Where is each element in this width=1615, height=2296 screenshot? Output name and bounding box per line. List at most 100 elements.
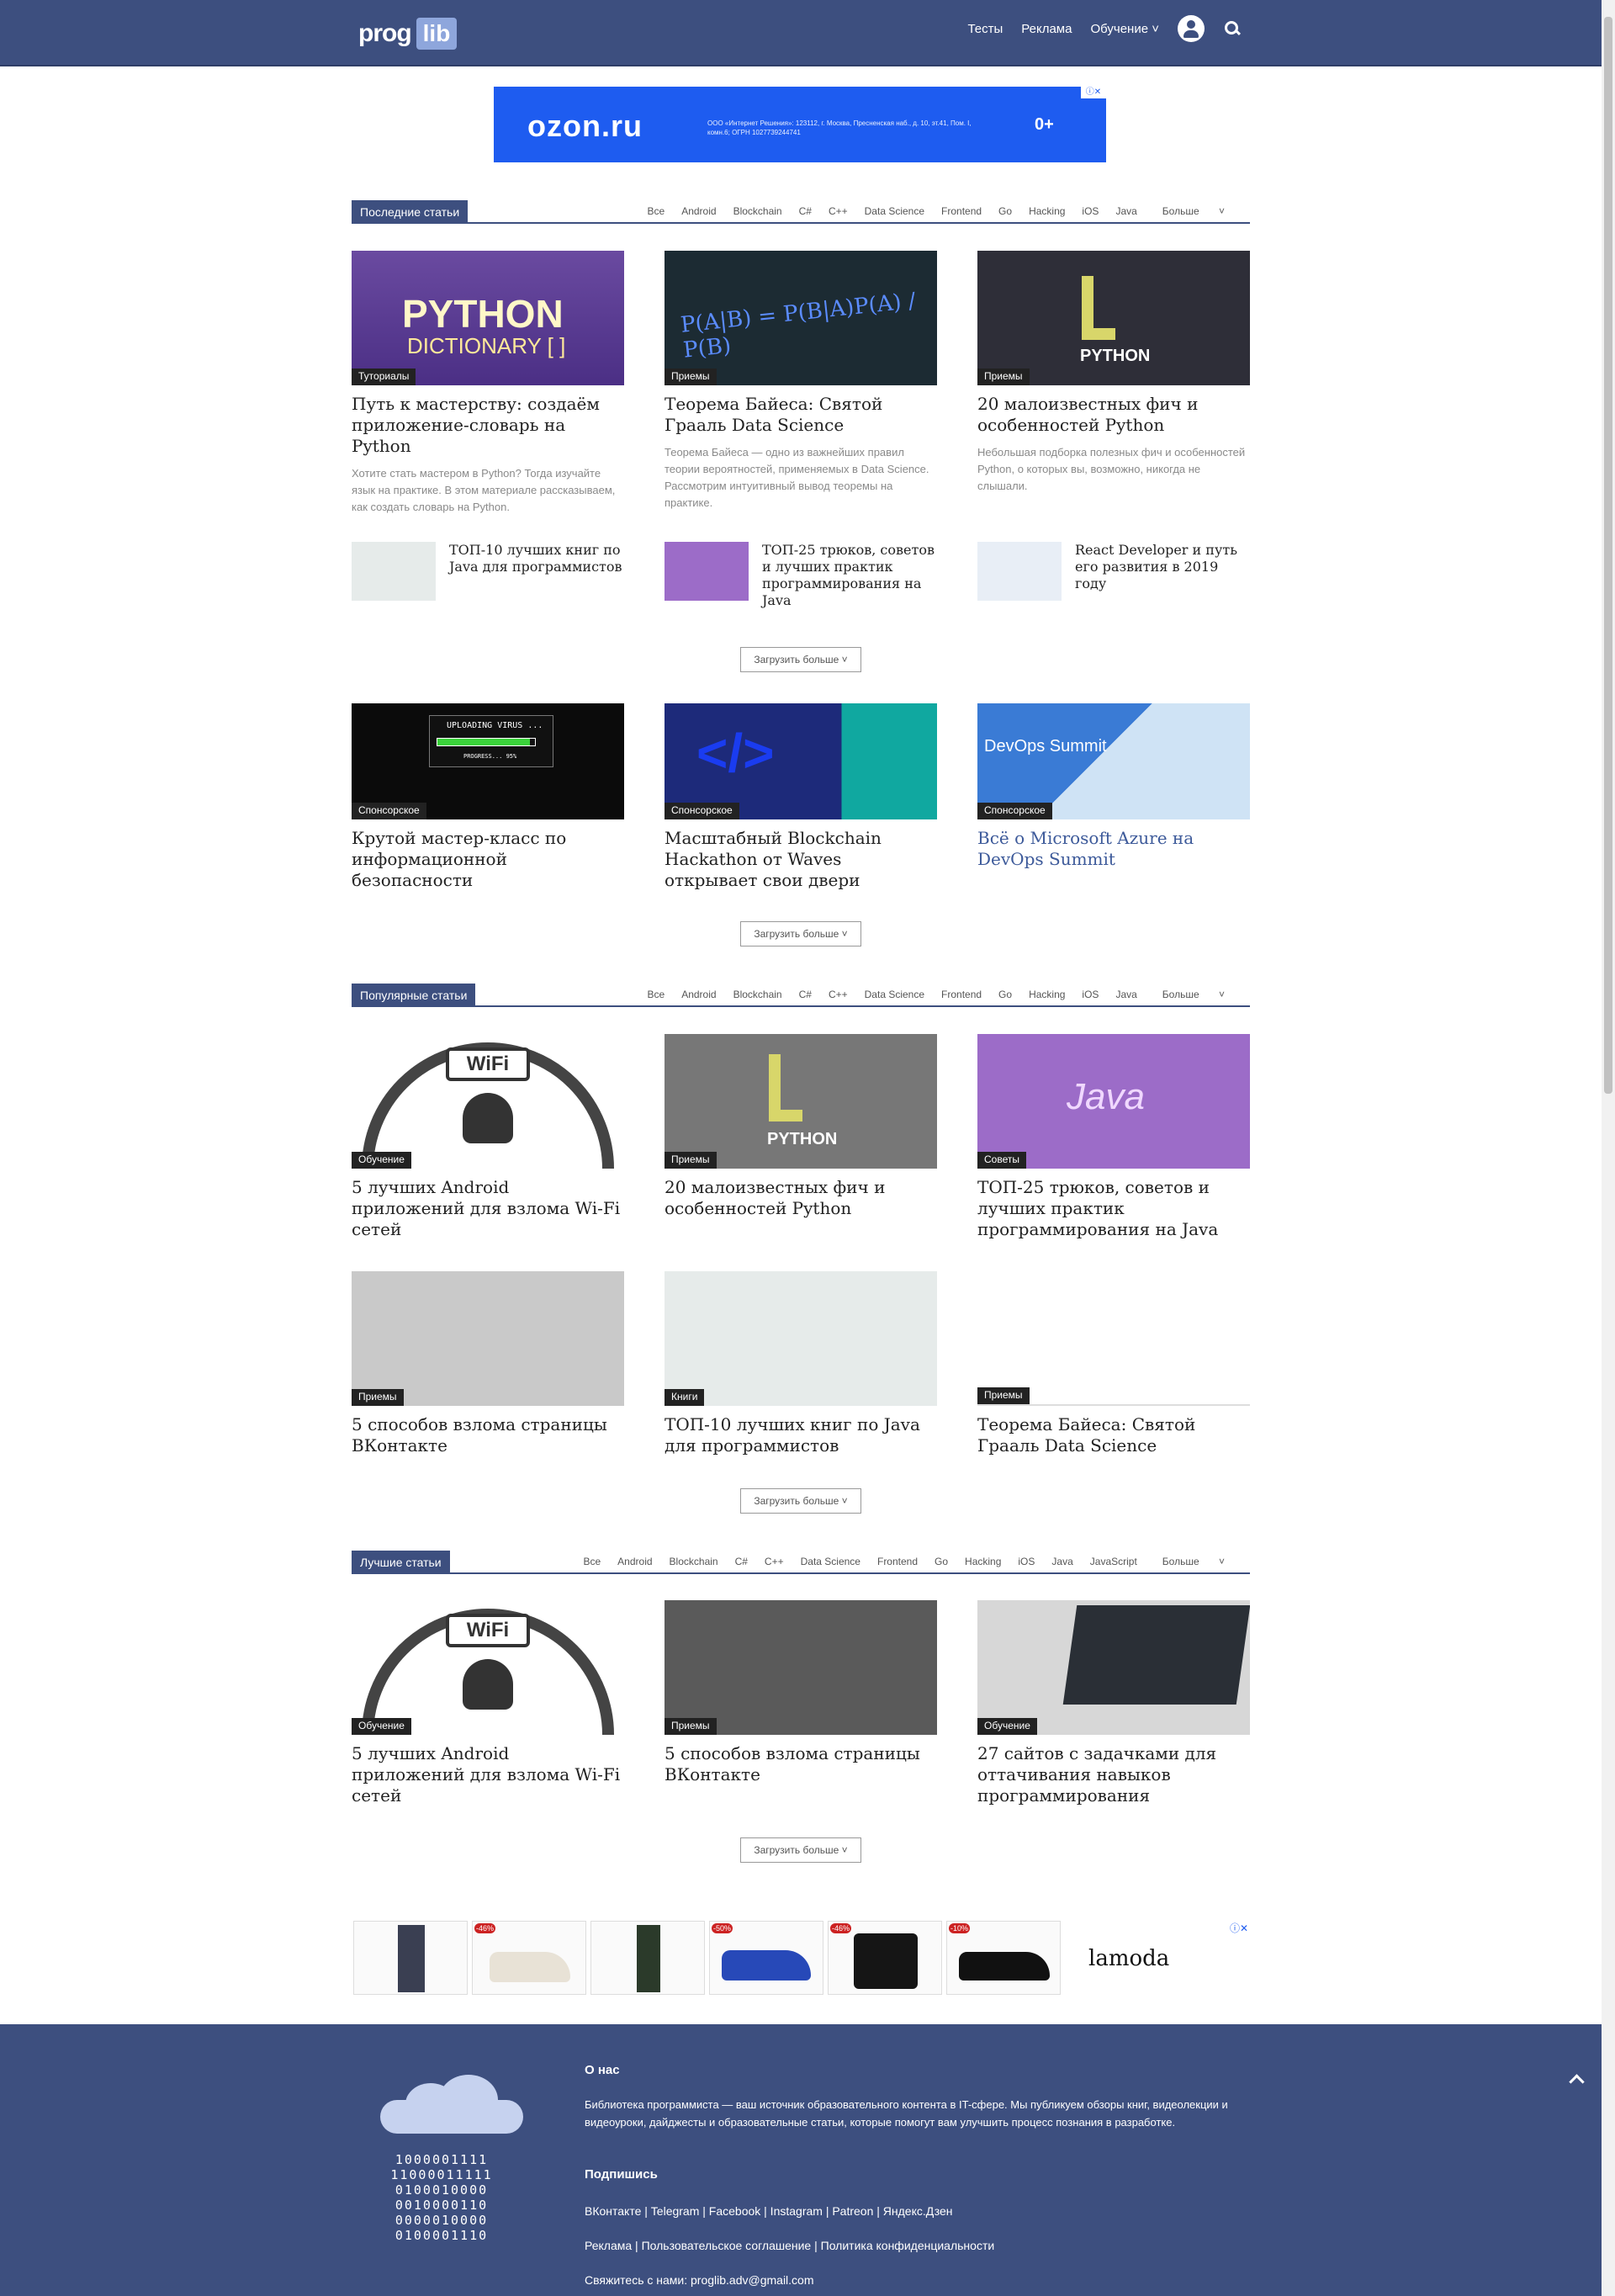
tab-data-science[interactable]: Data Science	[792, 1556, 869, 1567]
article-thumbnail[interactable]	[977, 542, 1062, 601]
article-image[interactable]: WiFi Обучение	[352, 1600, 624, 1735]
tab-java[interactable]: Java	[1107, 989, 1145, 1000]
category-badge[interactable]: Приемы	[665, 1152, 717, 1169]
category-badge[interactable]: Советы	[977, 1152, 1026, 1169]
tab-ios[interactable]: iOS	[1009, 1556, 1043, 1567]
tab-cpp[interactable]: C++	[820, 205, 856, 217]
tab-javascript[interactable]: JavaScript	[1082, 1556, 1146, 1567]
tab-cpp[interactable]: C++	[820, 989, 856, 1000]
article-card[interactable]: PYTHON Приемы 20 малоизвестных фич и осо…	[977, 251, 1250, 495]
article-card[interactable]: P(A|B) = P(B|A)P(A) / P(B) Приемы Теорем…	[665, 251, 937, 512]
tab-data-science[interactable]: Data Science	[856, 989, 933, 1000]
load-more-button[interactable]: Загрузить больше	[740, 647, 861, 672]
article-image[interactable]: PYTHON Приемы	[977, 251, 1250, 385]
article-card[interactable]: WiFi Обучение 5 лучших Android приложени…	[352, 1600, 624, 1806]
mini-article-title[interactable]: ТОП-25 трюков, советов и лучших практик …	[762, 542, 937, 609]
article-title[interactable]: Крутой мастер-класс по информационной бе…	[352, 828, 624, 891]
tab-go[interactable]: Go	[990, 989, 1020, 1000]
category-badge[interactable]: Приемы	[352, 1389, 404, 1406]
category-badge[interactable]: Спонсорское	[977, 803, 1052, 819]
tab-go[interactable]: Go	[926, 1556, 956, 1567]
article-title[interactable]: Всё о Microsoft Azure на DevOps Summit	[977, 828, 1250, 870]
tab-more[interactable]: Больше ˅	[1146, 989, 1242, 1000]
tab-frontend[interactable]: Frontend	[933, 205, 990, 217]
social-links[interactable]: ВКонтакте | Telegram | Facebook | Instag…	[585, 2204, 953, 2218]
category-badge[interactable]: Приемы	[977, 369, 1030, 385]
tab-csharp[interactable]: C#	[791, 205, 820, 217]
article-card[interactable]: </> Спонсорское Масштабный Blockchain Ha…	[665, 703, 937, 891]
article-title[interactable]: Масштабный Blockchain Hackathon от Waves…	[665, 828, 937, 891]
category-badge[interactable]: Обучение	[352, 1718, 411, 1735]
tab-java[interactable]: Java	[1107, 205, 1145, 217]
tab-csharp[interactable]: C#	[727, 1556, 756, 1567]
tab-go[interactable]: Go	[990, 205, 1020, 217]
ozon-ad-banner[interactable]: ozon.ru ООО «Интернет Решения»: 123112, …	[494, 87, 1106, 162]
load-more-button[interactable]: Загрузить больше	[740, 921, 861, 947]
tab-hacking[interactable]: Hacking	[956, 1556, 1009, 1567]
article-card[interactable]: PYTHON DICTIONARY [ ] Туториалы Путь к м…	[352, 251, 624, 516]
tab-all[interactable]: Все	[575, 1556, 609, 1567]
article-image[interactable]: WiFi Обучение	[352, 1034, 624, 1169]
user-icon[interactable]	[1178, 15, 1205, 42]
article-title[interactable]: 20 малоизвестных фич и особенностей Pyth…	[977, 394, 1250, 436]
category-badge[interactable]: Спонсорское	[352, 803, 426, 819]
nav-tests[interactable]: Тесты	[967, 22, 1003, 36]
category-badge[interactable]: Спонсорское	[665, 803, 739, 819]
article-image[interactable]: DevOps Summit Спонсорское	[977, 703, 1250, 819]
tab-java[interactable]: Java	[1043, 1556, 1081, 1567]
article-title[interactable]: Теорема Байеса: Святой Грааль Data Scien…	[977, 1414, 1250, 1456]
article-card[interactable]: Java Советы ТОП-25 трюков, советов и луч…	[977, 1034, 1250, 1240]
mini-article[interactable]: React Developer и путь его развития в 20…	[977, 542, 1250, 602]
product-tile[interactable]	[590, 1921, 705, 1995]
category-badge[interactable]: Приемы	[977, 1387, 1030, 1404]
article-title[interactable]: 5 лучших Android приложений для взлома W…	[352, 1177, 624, 1240]
tab-android[interactable]: Android	[609, 1556, 660, 1567]
article-image[interactable]: </> Спонсорское	[665, 703, 937, 819]
tab-blockchain[interactable]: Blockchain	[725, 205, 791, 217]
load-more-button[interactable]: Загрузить больше	[740, 1837, 861, 1863]
article-image[interactable]: Приемы	[665, 1600, 937, 1735]
tab-csharp[interactable]: C#	[791, 989, 820, 1000]
article-image[interactable]: Java Советы	[977, 1034, 1250, 1169]
category-badge[interactable]: Обучение	[352, 1152, 411, 1169]
load-more-button[interactable]: Загрузить больше	[740, 1488, 861, 1514]
product-tile[interactable]: -46%	[828, 1921, 942, 1995]
nav-learning[interactable]: Обучение ˅	[1090, 22, 1159, 36]
article-image[interactable]: Приемы	[977, 1271, 1250, 1406]
tab-blockchain[interactable]: Blockchain	[725, 989, 791, 1000]
scrollbar-thumb[interactable]	[1604, 17, 1612, 1094]
article-title[interactable]: 20 малоизвестных фич и особенностей Pyth…	[665, 1177, 937, 1219]
tab-more[interactable]: Больше ˅	[1146, 205, 1242, 217]
tab-ios[interactable]: iOS	[1073, 205, 1107, 217]
category-badge[interactable]: Туториалы	[352, 369, 416, 385]
mini-article-title[interactable]: ТОП-10 лучших книг по Java для программи…	[449, 542, 624, 575]
category-badge[interactable]: Приемы	[665, 1718, 717, 1735]
article-card[interactable]: Книги ТОП-10 лучших книг по Java для про…	[665, 1271, 937, 1456]
article-title[interactable]: ТОП-10 лучших книг по Java для программи…	[665, 1414, 937, 1456]
mini-article[interactable]: ТОП-10 лучших книг по Java для программи…	[352, 542, 624, 602]
article-card[interactable]: PYTHON Приемы 20 малоизвестных фич и осо…	[665, 1034, 937, 1219]
nav-ads[interactable]: Реклама	[1021, 22, 1072, 36]
article-image[interactable]: Книги	[665, 1271, 937, 1406]
article-image[interactable]: Обучение	[977, 1600, 1250, 1735]
tab-hacking[interactable]: Hacking	[1020, 989, 1073, 1000]
article-thumbnail[interactable]	[352, 542, 436, 601]
article-image[interactable]: PYTHON DICTIONARY [ ] Туториалы	[352, 251, 624, 385]
adchoices-icon[interactable]: ⓘ✕	[1081, 87, 1106, 98]
lamoda-ad-banner[interactable]: -46% -50% -46% -10% lamoda ⓘ✕	[352, 1921, 1250, 1996]
tab-frontend[interactable]: Frontend	[933, 989, 990, 1000]
tab-blockchain[interactable]: Blockchain	[661, 1556, 727, 1567]
article-image[interactable]: PYTHON Приемы	[665, 1034, 937, 1169]
article-title[interactable]: Теорема Байеса: Святой Грааль Data Scien…	[665, 394, 937, 436]
category-badge[interactable]: Книги	[665, 1389, 705, 1406]
product-tile[interactable]: -50%	[709, 1921, 823, 1995]
article-image[interactable]: P(A|B) = P(B|A)P(A) / P(B) Приемы	[665, 251, 937, 385]
article-card[interactable]: Приемы 5 способов взлома страницы ВКонта…	[665, 1600, 937, 1785]
article-title[interactable]: 27 сайтов с задачками для оттачивания на…	[977, 1743, 1250, 1806]
tab-android[interactable]: Android	[673, 205, 724, 217]
legal-links[interactable]: Реклама | Пользовательское соглашение | …	[585, 2239, 994, 2252]
mini-article[interactable]: ТОП-25 трюков, советов и лучших практик …	[665, 542, 937, 608]
tab-ios[interactable]: iOS	[1073, 989, 1107, 1000]
tab-android[interactable]: Android	[673, 989, 724, 1000]
logo[interactable]: prog lib	[358, 17, 458, 50]
